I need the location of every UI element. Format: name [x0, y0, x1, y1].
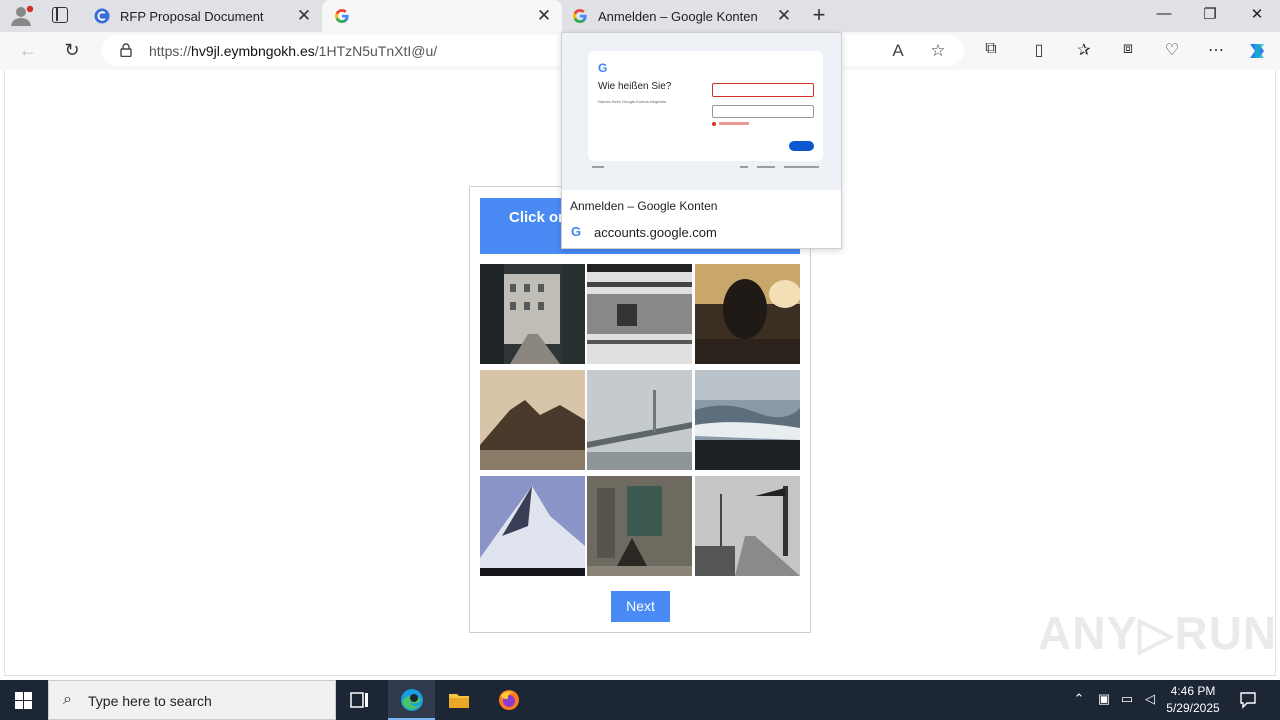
preview-surname-field [712, 105, 814, 118]
browser-essentials-icon[interactable]: ♡ [1161, 40, 1183, 60]
favorite-star-icon[interactable]: ☆ [927, 41, 949, 61]
google-logo-icon: G [598, 61, 608, 75]
preview-name-field [712, 83, 814, 97]
tab-hover-preview: G Wie heißen Sie? Namen Ihres Google-Kon… [561, 32, 842, 249]
notifications-icon[interactable] [1239, 691, 1257, 709]
c-logo-icon [94, 8, 110, 24]
tab-close-icon[interactable]: ✕ [534, 6, 554, 26]
tab-actions-icon[interactable] [52, 7, 68, 23]
tab-close-icon[interactable]: ✕ [774, 6, 794, 26]
image-captcha-panel: Click or Next [469, 186, 811, 633]
preview-thumbnail: G Wie heißen Sie? Namen Ihres Google-Kon… [562, 33, 841, 190]
google-g-icon: G [571, 224, 582, 239]
preview-heading: Wie heißen Sie? [598, 81, 672, 92]
preview-footer-help [740, 166, 748, 168]
back-arrow-icon[interactable]: ← [17, 40, 39, 61]
captcha-tile-ocean-wave[interactable] [695, 370, 800, 470]
windows-start-icon[interactable] [15, 692, 32, 709]
taskbar-edge-active[interactable] [388, 680, 435, 720]
volume-icon[interactable]: ◁ [1141, 691, 1159, 707]
meet-now-icon[interactable]: ▣ [1095, 691, 1113, 707]
lock-icon[interactable] [120, 43, 132, 57]
url-scheme: https:// [149, 43, 192, 59]
taskbar-search-placeholder: Type here to search [88, 693, 212, 709]
captcha-tile-coastal-cliff[interactable] [480, 370, 585, 470]
tab-active[interactable]: ✕ [322, 0, 562, 32]
tab-title: RFP Proposal Document [120, 9, 264, 24]
captcha-tile-motion-blur[interactable] [587, 264, 692, 364]
tab-bar: RFP Proposal Document ✕ ✕ Anmelden – Goo… [0, 0, 1280, 32]
task-view-icon[interactable] [348, 688, 372, 712]
search-icon: ⌕ [63, 691, 72, 708]
preview-signin-card: G Wie heißen Sie? Namen Ihres Google-Kon… [588, 51, 823, 161]
google-g-icon [573, 9, 587, 23]
reload-icon[interactable]: ↻ [61, 40, 83, 61]
network-icon[interactable]: ▭ [1118, 691, 1136, 707]
tab-google-konten[interactable]: Anmelden – Google Konten ✕ [562, 0, 802, 32]
captcha-tile-street-alley[interactable] [480, 264, 585, 364]
preview-footer-privacy [757, 166, 775, 168]
collections-icon[interactable]: ⧈ [1117, 40, 1139, 58]
minimize-button[interactable]: — [1154, 5, 1174, 22]
url-host: hv9jl.eymbngokh.es [191, 43, 315, 59]
captcha-tile-matterhorn-mountain[interactable] [480, 476, 585, 576]
edge-browser-icon [401, 689, 423, 711]
preview-subtext: Namen Ihres Google-Kontos eingeben [598, 99, 667, 104]
url-text[interactable]: https://hv9jl.eymbngokh.es/1HTzN5uTnXtI@… [149, 43, 437, 59]
preview-footer-terms [784, 166, 819, 168]
url-path: /1HTzN5uTnXtI@u/ [314, 43, 438, 59]
windows-taskbar: ⌕ Type here to search ⌃ ▣ ▭ ◁ 4:46 PM 5/… [0, 680, 1280, 720]
next-button[interactable]: Next [611, 591, 670, 622]
read-aloud-icon[interactable]: A [887, 41, 909, 61]
captcha-tile-foggy-bridge[interactable] [587, 370, 692, 470]
preview-footer-lang [592, 166, 604, 168]
tab-title: Anmelden – Google Konten [598, 9, 758, 24]
restore-button[interactable]: ❐ [1200, 5, 1220, 23]
close-window-button[interactable]: ✕ [1247, 5, 1267, 23]
preview-title: Anmelden – Google Konten [570, 199, 718, 213]
captcha-tile-old-building[interactable] [587, 476, 692, 576]
preview-error-text [719, 122, 749, 125]
captcha-tile-pier-lamp[interactable] [695, 476, 800, 576]
google-g-icon [335, 9, 349, 23]
taskbar-search-box[interactable]: ⌕ Type here to search [48, 680, 336, 720]
clock-time: 4:46 PM [1170, 684, 1216, 698]
favorites-icon[interactable]: ✰ [1073, 40, 1095, 60]
clock-date: 5/29/2025 [1166, 701, 1220, 715]
preview-next-button [789, 141, 814, 151]
split-screen-icon[interactable]: ▯ [1028, 40, 1050, 60]
extensions-icon[interactable]: ⧉ [980, 40, 1002, 58]
preview-error-icon [712, 122, 716, 126]
copilot-icon[interactable] [1246, 40, 1268, 62]
more-menu-icon[interactable]: ⋯ [1205, 40, 1227, 60]
tab-close-icon[interactable]: ✕ [294, 6, 314, 26]
preview-domain: accounts.google.com [594, 225, 717, 240]
show-hidden-icons-chevron-icon[interactable]: ⌃ [1070, 691, 1088, 707]
captcha-tile-sunset-person[interactable] [695, 264, 800, 364]
file-explorer-icon[interactable] [447, 688, 471, 712]
firefox-icon[interactable] [497, 688, 521, 712]
tab-rfp-proposal[interactable]: RFP Proposal Document ✕ [84, 0, 322, 32]
profile-avatar-icon[interactable] [10, 5, 34, 27]
taskbar-clock[interactable]: 4:46 PM 5/29/2025 [1160, 683, 1226, 717]
anyrun-watermark: ANY▷RUN [1038, 607, 1278, 659]
new-tab-button[interactable]: + [808, 4, 830, 26]
